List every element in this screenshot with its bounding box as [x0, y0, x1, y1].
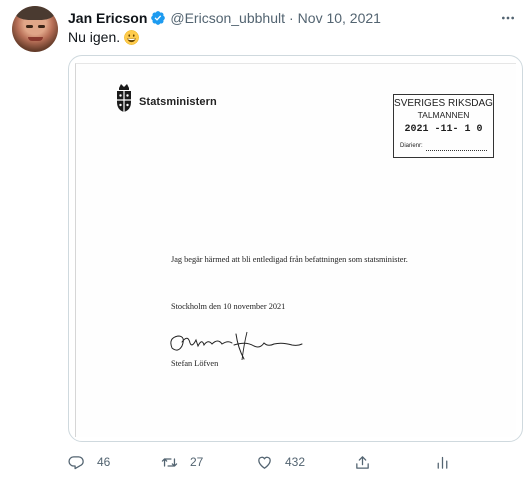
stamp-line-1: SVERIGES RIKSDAG [394, 98, 493, 109]
reply-button[interactable]: 46 [68, 451, 110, 473]
avatar[interactable] [12, 6, 58, 52]
received-stamp: SVERIGES RIKSDAG TALMANNEN 2021 -11- 1 0… [393, 94, 494, 158]
avatar-eye [38, 25, 45, 28]
retweet-count: 27 [190, 455, 204, 469]
analytics-button[interactable] [434, 451, 451, 473]
like-count: 432 [285, 455, 306, 469]
attached-image[interactable]: Statsministern SVERIGES RIKSDAG TALMANNE… [68, 55, 523, 442]
letter-body: Jag begär härmed att bli entledigad från… [171, 255, 408, 264]
tweet-date[interactable]: Nov 10, 2021 [298, 10, 381, 26]
retweet-button[interactable]: 27 [161, 451, 203, 473]
separator-dot: · [289, 10, 294, 26]
share-icon [356, 455, 369, 469]
retweet-icon [161, 457, 178, 467]
reply-count: 46 [97, 455, 111, 469]
heart-icon [258, 456, 271, 469]
scanned-document: Statsministern SVERIGES RIKSDAG TALMANNE… [75, 63, 516, 437]
tweet-header: Jan Ericson @Ericson_ubbhult · Nov 10, 2… [68, 8, 381, 28]
tweet-actions: 46 27 432 [68, 451, 523, 473]
stamp-diarienr: Diarienr: [400, 143, 423, 149]
share-button[interactable] [354, 451, 371, 473]
place-date: Stockholm den 10 november 2021 [171, 302, 286, 311]
avatar-eye [26, 25, 33, 28]
stamp-line-2: TALMANNEN [417, 110, 470, 120]
like-button[interactable]: 432 [256, 451, 305, 473]
tweet-text: Nu igen. [68, 28, 140, 46]
analytics-icon [437, 456, 448, 469]
tweet-text-content: Nu igen. [68, 29, 121, 45]
office-title: Statsministern [139, 96, 217, 108]
tweet[interactable]: Jan Ericson @Ericson_ubbhult · Nov 10, 2… [0, 0, 527, 482]
swedish-crest-icon [117, 84, 131, 112]
author-name[interactable]: Jan Ericson [68, 10, 147, 26]
author-handle[interactable]: @Ericson_ubbhult [170, 10, 285, 26]
grinning-face-emoji-icon [124, 29, 140, 45]
avatar-mouth [28, 37, 43, 41]
signer-name: Stefan Löfven [171, 359, 219, 368]
avatar-hair [16, 6, 54, 20]
verified-badge-icon [151, 11, 166, 25]
stamp-date: 2021 -11- 1 0 [404, 124, 483, 135]
stamp-dotted-line [426, 150, 487, 151]
reply-icon [68, 455, 84, 469]
more-options-icon[interactable] [499, 10, 517, 26]
